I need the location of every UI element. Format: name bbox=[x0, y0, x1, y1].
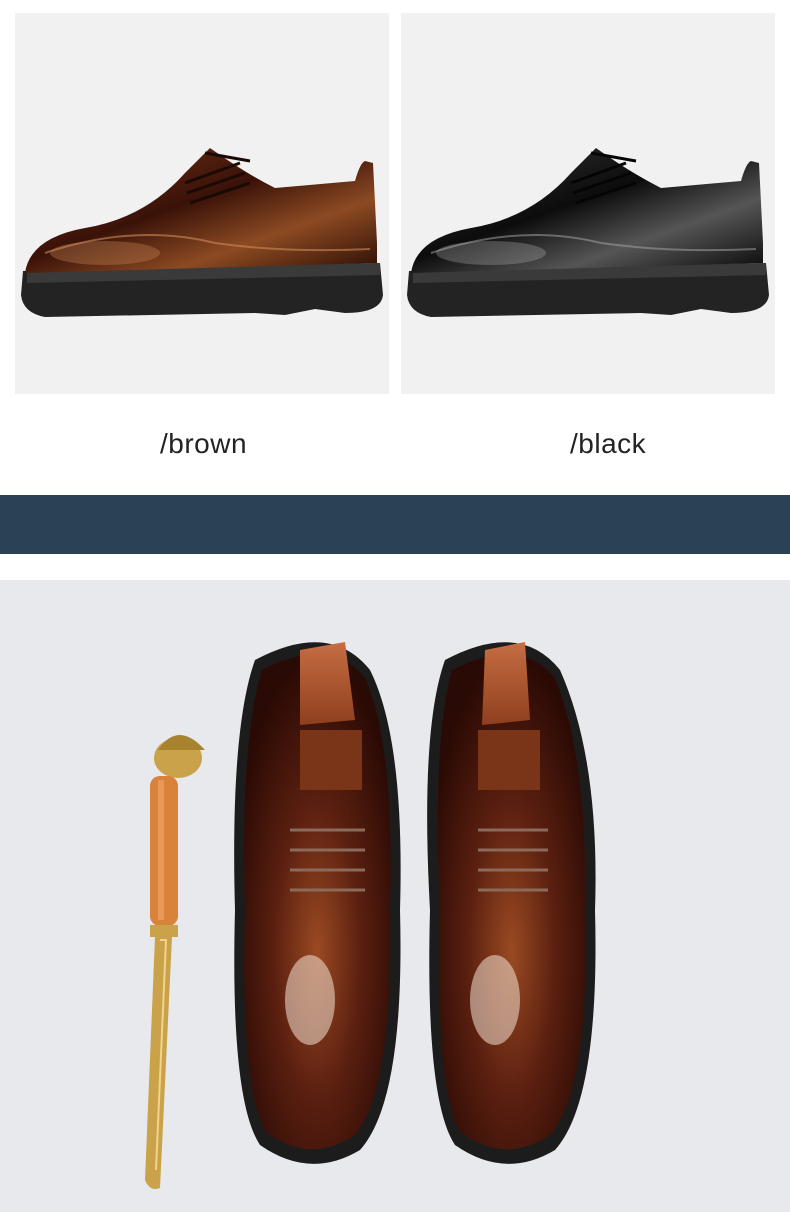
section-divider-band bbox=[0, 495, 790, 554]
product-image-brown[interactable] bbox=[15, 13, 389, 394]
right-shoe bbox=[427, 642, 596, 1164]
product-hero-photo bbox=[0, 580, 790, 1212]
product-image-black[interactable] bbox=[401, 13, 775, 394]
variant-label-black: /black bbox=[570, 428, 647, 459]
left-shoe bbox=[234, 642, 401, 1164]
black-shoe-side-view bbox=[407, 148, 769, 317]
shoe-horn bbox=[145, 735, 205, 1189]
variant-label-brown: /brown bbox=[160, 428, 248, 459]
brown-shoe-side-view bbox=[21, 148, 383, 317]
shoes-top-view-illustration bbox=[145, 642, 596, 1189]
